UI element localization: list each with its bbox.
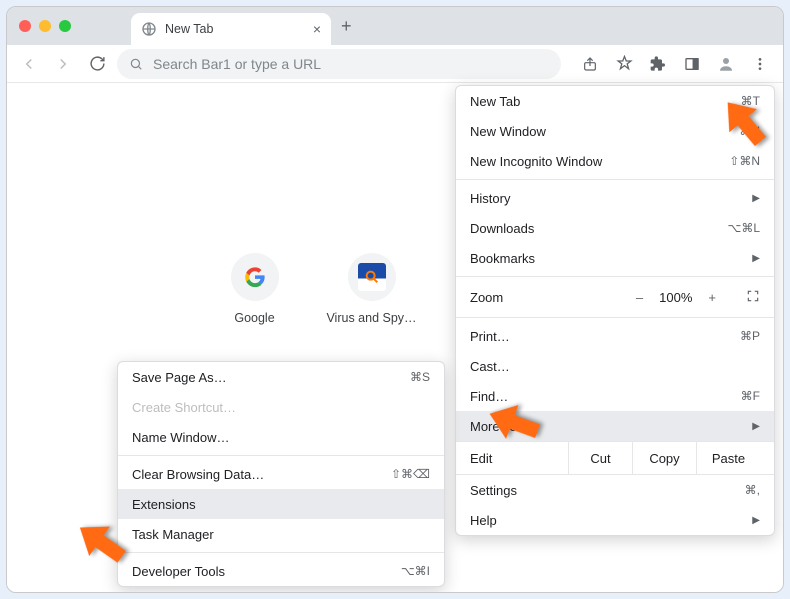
menu-new-incognito[interactable]: New Incognito Window⇧⌘N	[456, 146, 774, 176]
menu-settings[interactable]: Settings⌘,	[456, 475, 774, 505]
close-window-button[interactable]	[19, 20, 31, 32]
menu-bookmarks[interactable]: Bookmarks▶	[456, 243, 774, 273]
side-panel-icon[interactable]	[677, 49, 707, 79]
search-icon	[129, 57, 143, 71]
zoom-in-button[interactable]: +	[708, 290, 716, 305]
submenu-clear-data[interactable]: Clear Browsing Data…⇧⌘⌫	[118, 459, 444, 489]
fullscreen-icon[interactable]	[746, 289, 760, 306]
tab-title: New Tab	[165, 22, 213, 36]
chevron-right-icon: ▶	[752, 253, 760, 264]
reload-button[interactable]	[83, 50, 111, 78]
pcrisk-icon	[358, 263, 386, 291]
close-tab-icon[interactable]: ×	[313, 21, 321, 37]
profile-icon[interactable]	[711, 49, 741, 79]
shortcut-google[interactable]: Google	[207, 253, 302, 325]
titlebar: New Tab × +	[7, 7, 783, 45]
forward-button[interactable]	[49, 50, 77, 78]
browser-tab[interactable]: New Tab ×	[131, 13, 331, 45]
submenu-create-shortcut: Create Shortcut…	[118, 392, 444, 422]
edit-paste-button[interactable]: Paste	[696, 442, 760, 474]
extensions-icon[interactable]	[643, 49, 673, 79]
globe-icon	[141, 21, 157, 37]
menu-history[interactable]: History▶	[456, 183, 774, 213]
content-area: Google Virus and Spy… https:/ New Tab⌘T …	[7, 83, 783, 592]
zoom-percent: 100%	[659, 290, 692, 305]
kebab-menu-icon[interactable]	[745, 49, 775, 79]
bookmark-icon[interactable]	[609, 49, 639, 79]
address-bar-placeholder: Search Bar1 or type a URL	[153, 56, 321, 72]
google-logo-icon	[244, 266, 266, 288]
menu-zoom: Zoom – 100% +	[456, 280, 774, 314]
chevron-right-icon: ▶	[752, 193, 760, 204]
submenu-dev-tools[interactable]: Developer Tools⌥⌘I	[118, 556, 444, 586]
more-tools-submenu: Save Page As…⌘S Create Shortcut… Name Wi…	[117, 361, 445, 587]
chevron-right-icon: ▶	[752, 421, 760, 432]
chrome-main-menu: New Tab⌘T New Window⌘N New Incognito Win…	[455, 85, 775, 536]
toolbar: Search Bar1 or type a URL	[7, 45, 783, 83]
browser-window: New Tab × + Search Bar1 or type a URL Go…	[6, 6, 784, 593]
submenu-name-window[interactable]: Name Window…	[118, 422, 444, 452]
submenu-extensions[interactable]: Extensions	[118, 489, 444, 519]
shortcut-label: Virus and Spy…	[326, 311, 416, 325]
shortcut-pcrisk[interactable]: Virus and Spy…	[324, 253, 419, 325]
menu-downloads[interactable]: Downloads⌥⌘L	[456, 213, 774, 243]
submenu-task-manager[interactable]: Task Manager	[118, 519, 444, 549]
edit-copy-button[interactable]: Copy	[632, 442, 696, 474]
new-tab-button[interactable]: +	[341, 16, 352, 37]
menu-cast[interactable]: Cast…	[456, 351, 774, 381]
window-controls	[19, 20, 71, 32]
chevron-right-icon: ▶	[752, 515, 760, 526]
submenu-save-page[interactable]: Save Page As…⌘S	[118, 362, 444, 392]
zoom-out-button[interactable]: –	[636, 290, 643, 305]
share-icon[interactable]	[575, 49, 605, 79]
menu-help[interactable]: Help▶	[456, 505, 774, 535]
menu-print[interactable]: Print…⌘P	[456, 321, 774, 351]
maximize-window-button[interactable]	[59, 20, 71, 32]
address-bar[interactable]: Search Bar1 or type a URL	[117, 49, 561, 79]
minimize-window-button[interactable]	[39, 20, 51, 32]
shortcut-label: Google	[234, 311, 274, 325]
back-button[interactable]	[15, 50, 43, 78]
edit-cut-button[interactable]: Cut	[568, 442, 632, 474]
